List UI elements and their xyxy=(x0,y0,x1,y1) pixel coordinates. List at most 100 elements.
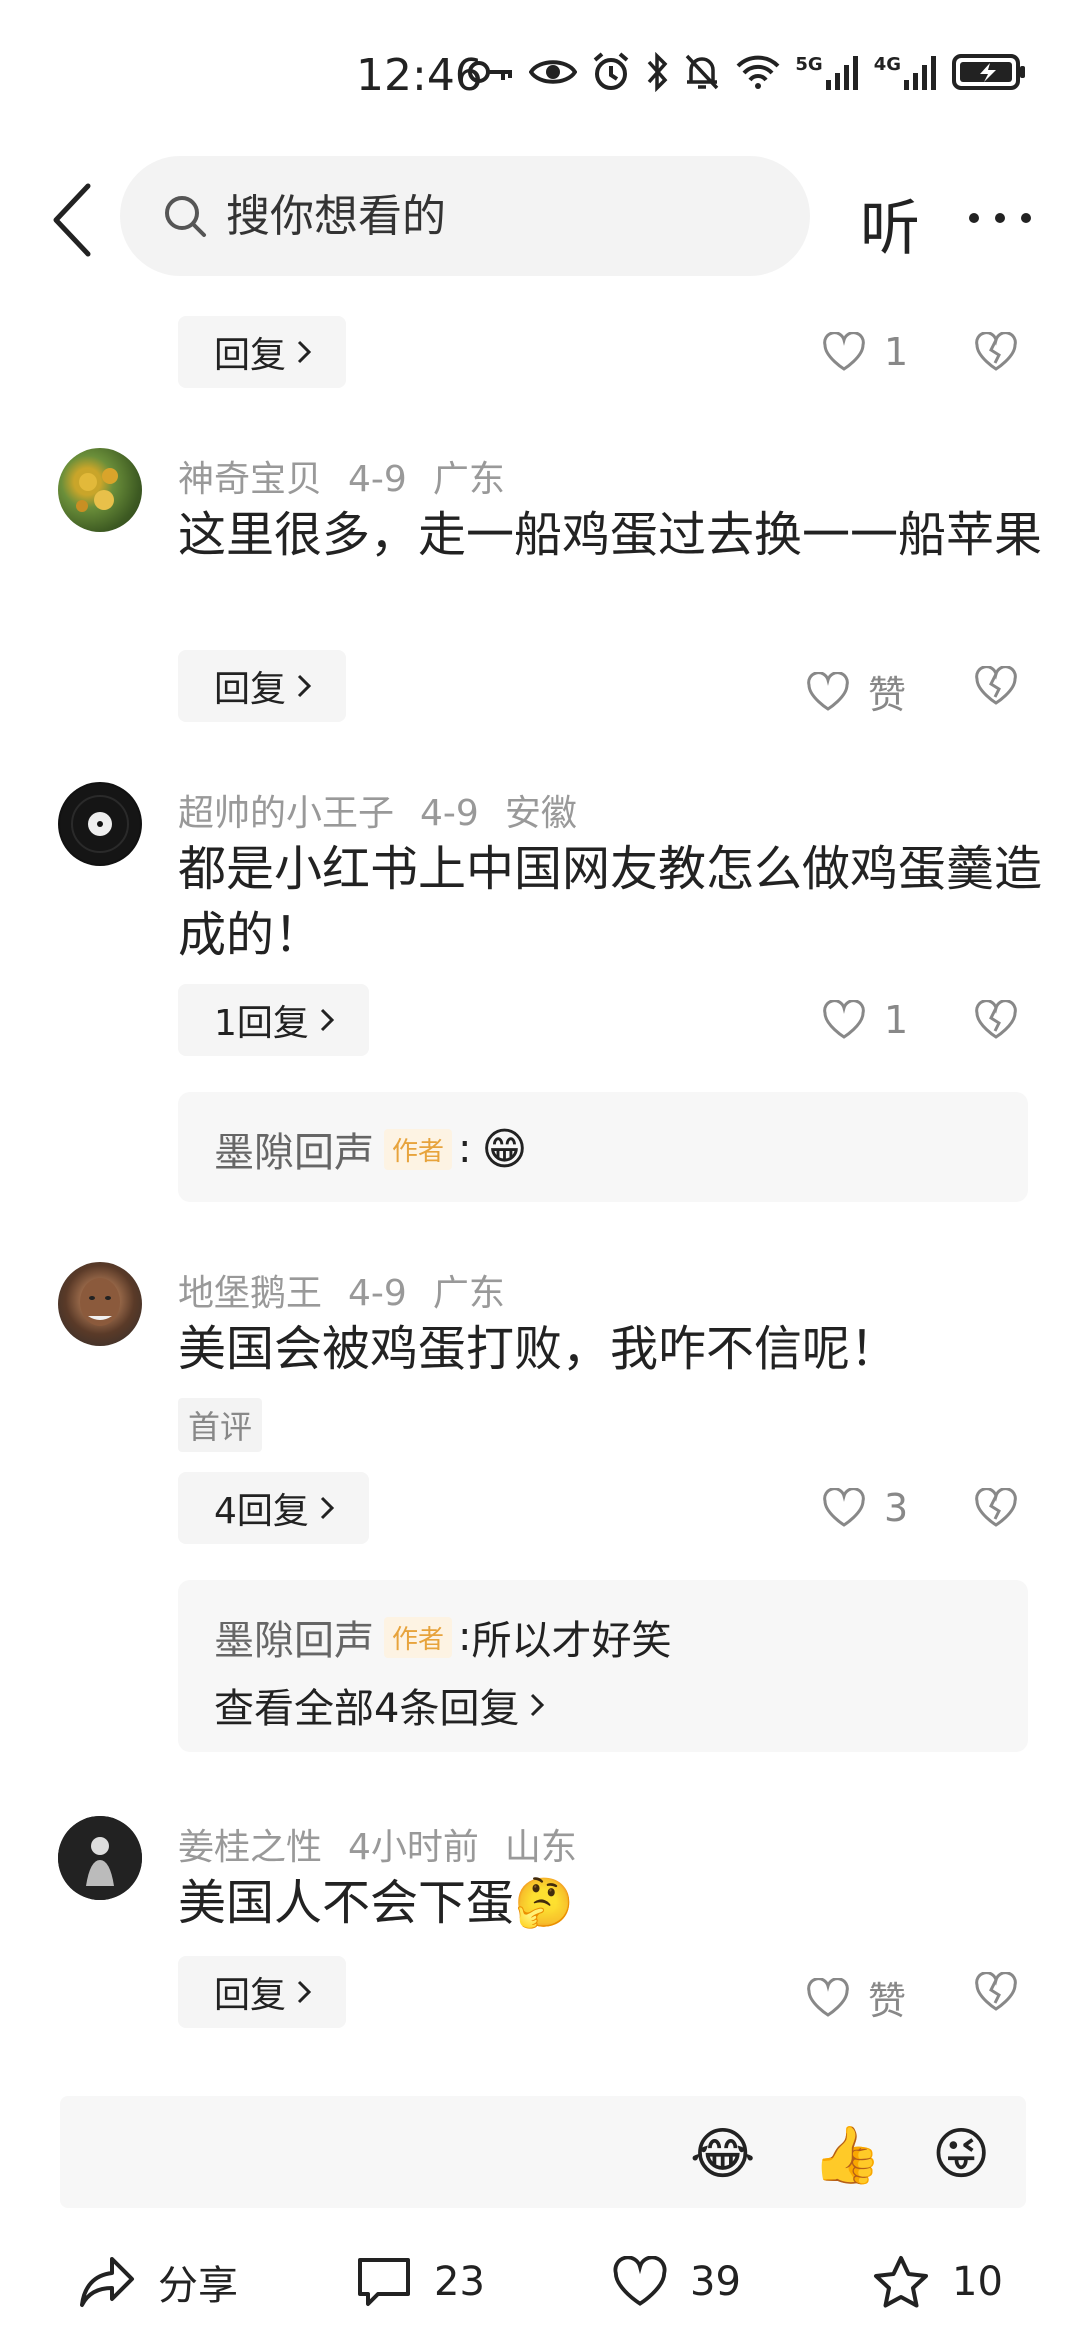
reply-author[interactable]: 墨隙回声 xyxy=(214,1120,374,1178)
reply-author[interactable]: 墨隙回声 xyxy=(214,1608,374,1666)
nested-reply[interactable]: 墨隙回声 作者 : 所以才好笑 查看全部4条回复 xyxy=(178,1580,1028,1752)
bottom-action-bar: 分享 23 39 10 xyxy=(0,2224,1080,2340)
like-count: 1 xyxy=(884,330,909,374)
comment-location: 安徽 xyxy=(504,793,577,834)
signal-bars-icon xyxy=(904,56,936,90)
network-5g-label: 5G xyxy=(795,54,823,75)
heart-icon xyxy=(613,2256,667,2306)
comment-location: 山东 xyxy=(504,1827,577,1868)
nested-reply[interactable]: 墨隙回声 作者 : 😁 xyxy=(178,1092,1028,1202)
heart-icon xyxy=(807,671,849,711)
reply-button[interactable]: 回复 xyxy=(178,1956,347,2028)
reply-button[interactable]: 回复 xyxy=(178,650,347,722)
emoji-wink-button[interactable]: 😜 xyxy=(932,2122,990,2187)
view-all-label: 查看全部4条回复 xyxy=(214,1686,520,1732)
reply-label: 4回复 xyxy=(214,1491,309,1532)
search-input[interactable] xyxy=(226,190,726,242)
network-4g-label: 4G xyxy=(873,54,901,75)
share-label: 分享 xyxy=(158,2263,238,2309)
author-tag: 作者 xyxy=(384,1616,453,1658)
comment-meta: 超帅的小王子 4-9 安徽 xyxy=(178,784,603,836)
heart-icon xyxy=(823,1488,865,1527)
avatar[interactable] xyxy=(58,448,142,532)
like-button[interactable]: 赞 xyxy=(806,664,906,719)
comment-input-bar[interactable]: 😂 👍 😜 xyxy=(60,2096,1026,2208)
like-button[interactable]: 1 xyxy=(822,998,908,1042)
chevron-right-icon xyxy=(320,1496,335,1520)
mute-bell-icon xyxy=(686,54,719,90)
favorite-button[interactable]: 10 xyxy=(872,2254,1003,2310)
heart-icon xyxy=(823,1000,865,1039)
reply-label: 回复 xyxy=(214,335,287,376)
share-icon xyxy=(80,2257,134,2307)
comment-text: 都是小红书上中国网友教怎么做鸡蛋羹造成的！ xyxy=(178,841,1043,963)
reply-label: 1回复 xyxy=(214,1003,309,1044)
emoji-laugh-button[interactable]: 😂 xyxy=(690,2122,755,2187)
comment-icon xyxy=(358,2258,410,2306)
comment-date: 4-9 xyxy=(348,1273,407,1314)
comment-text: 这里很多，走一船鸡蛋过去换一一船苹果 xyxy=(178,507,1043,563)
reply-colon: : xyxy=(458,1126,472,1172)
comment-button[interactable]: 23 xyxy=(356,2256,485,2308)
dislike-icon[interactable] xyxy=(974,1000,1018,1040)
comment-author[interactable]: 神奇宝贝 xyxy=(178,459,322,500)
key-icon xyxy=(468,61,513,83)
reply-button[interactable]: 回复 xyxy=(178,316,347,388)
battery-charging-icon xyxy=(952,54,1025,90)
first-comment-badge: 首评 xyxy=(178,1398,263,1452)
alarm-icon xyxy=(594,52,629,90)
signal-bars-icon xyxy=(825,56,858,90)
comment-location: 广东 xyxy=(432,459,505,500)
thinking-emoji: 🤔 xyxy=(514,1875,574,1931)
reply-button[interactable]: 1回复 xyxy=(178,984,369,1056)
like-count: 39 xyxy=(690,2259,741,2305)
chevron-right-icon xyxy=(297,340,312,364)
listen-button[interactable]: 听 xyxy=(860,180,920,267)
like-button[interactable]: 3 xyxy=(822,1486,908,1530)
comment-location: 广东 xyxy=(432,1273,505,1314)
heart-icon xyxy=(823,332,865,371)
star-icon xyxy=(874,2256,928,2308)
comment-text-content: 美国人不会下蛋 xyxy=(178,1875,515,1931)
search-icon xyxy=(165,196,206,237)
comment-author[interactable]: 超帅的小王子 xyxy=(178,793,394,834)
comment-meta: 地堡鹅王 4-9 广东 xyxy=(178,1264,531,1316)
emoji-thumbsup-button[interactable]: 👍 xyxy=(812,2122,882,2188)
like-post-button[interactable]: 39 xyxy=(612,2256,741,2308)
comment-date: 4小时前 xyxy=(348,1827,479,1868)
like-button[interactable]: 1 xyxy=(822,330,908,374)
dislike-icon[interactable] xyxy=(974,332,1018,372)
avatar[interactable] xyxy=(58,1816,142,1900)
avatar[interactable] xyxy=(58,1262,142,1346)
dislike-icon[interactable] xyxy=(974,1488,1018,1528)
status-icons: 5G 4G xyxy=(467,52,1028,92)
comment-meta: 神奇宝贝 4-9 广东 xyxy=(178,450,531,502)
author-tag: 作者 xyxy=(384,1128,453,1170)
share-button[interactable]: 分享 xyxy=(78,2253,238,2311)
signal-4g: 4G xyxy=(874,54,938,90)
comment-author[interactable]: 地堡鹅王 xyxy=(178,1273,322,1314)
like-count: 赞 xyxy=(868,1979,907,2023)
grin-emoji: 😁 xyxy=(481,1123,528,1175)
comment-date: 4-9 xyxy=(348,459,407,500)
like-count: 3 xyxy=(884,1486,909,1530)
like-count: 赞 xyxy=(868,673,907,717)
reply-button[interactable]: 4回复 xyxy=(178,1472,369,1544)
reply-text: 所以才好笑 xyxy=(471,1618,672,1664)
like-button[interactable]: 赞 xyxy=(806,1970,906,2025)
heart-icon xyxy=(807,1977,849,2017)
search-bar[interactable] xyxy=(120,156,810,276)
chevron-right-icon xyxy=(297,674,312,698)
back-button[interactable] xyxy=(48,180,98,260)
dislike-icon[interactable] xyxy=(974,1972,1018,2012)
chevron-right-icon xyxy=(297,1980,312,2004)
view-all-replies-link[interactable]: 查看全部4条回复 xyxy=(214,1676,545,1734)
avatar[interactable] xyxy=(58,782,142,866)
comment-date: 4-9 xyxy=(420,793,479,834)
chevron-right-icon xyxy=(531,1693,545,1717)
comment-author[interactable]: 姜桂之性 xyxy=(178,1827,322,1868)
dislike-icon[interactable] xyxy=(974,666,1018,706)
reply-colon: : xyxy=(458,1614,472,1660)
comment-text: 美国会被鸡蛋打败，我咋不信呢！ xyxy=(178,1321,899,1377)
more-icon[interactable] xyxy=(968,212,1032,224)
